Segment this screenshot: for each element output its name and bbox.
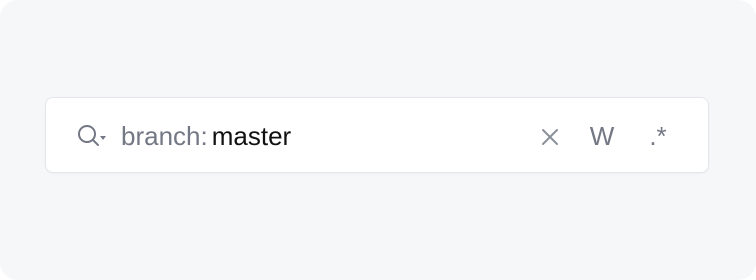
search-qualifier-value: master — [211, 121, 292, 151]
search-icon[interactable] — [76, 122, 108, 150]
regex-toggle[interactable]: .* — [638, 120, 678, 152]
search-bar[interactable]: branch: master W .* — [45, 97, 709, 173]
search-qualifier: branch: — [121, 121, 208, 151]
search-panel: branch: master W .* — [0, 0, 756, 280]
close-icon[interactable] — [538, 125, 562, 149]
match-whole-word-toggle[interactable]: W — [584, 120, 620, 152]
search-query[interactable]: branch: master — [121, 121, 291, 151]
